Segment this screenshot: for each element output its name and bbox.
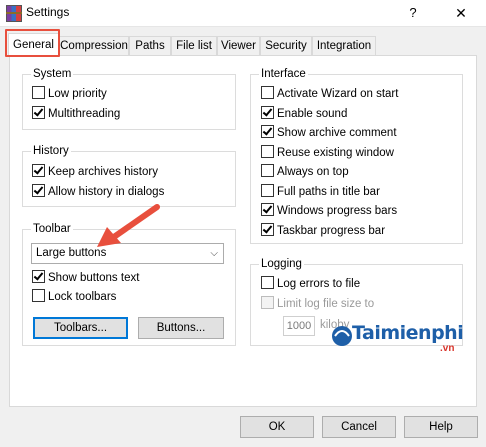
- checkbox-box[interactable]: [261, 106, 274, 119]
- tab-file-list[interactable]: File list: [171, 36, 217, 55]
- checkbox-box[interactable]: [261, 223, 274, 236]
- limit-log-file-size-checkbox: Limit log file size to: [261, 296, 374, 312]
- checkbox-label: Windows progress bars: [277, 205, 398, 217]
- close-icon[interactable]: ✕: [450, 2, 472, 24]
- windows-progress-bars-checkbox[interactable]: Windows progress bars: [261, 203, 397, 219]
- keep-archives-history-checkbox[interactable]: Keep archives history: [32, 164, 158, 180]
- show-buttons-text-checkbox[interactable]: Show buttons text: [32, 270, 139, 286]
- checkbox-box[interactable]: [261, 145, 274, 158]
- checkbox-label: Low priority: [48, 88, 107, 100]
- tab-compression[interactable]: Compression: [59, 36, 129, 55]
- checkbox-label: Taskbar progress bar: [277, 225, 386, 237]
- checkbox-box[interactable]: [261, 184, 274, 197]
- checkbox-box[interactable]: [261, 125, 274, 138]
- checkbox-box[interactable]: [32, 289, 45, 302]
- buttons-button[interactable]: Buttons...: [138, 317, 224, 339]
- system-group-title: System: [31, 67, 74, 81]
- low-priority-checkbox[interactable]: Low priority: [32, 86, 107, 102]
- log-errors-to-file-checkbox[interactable]: Log errors to file: [261, 276, 360, 292]
- checkbox-box[interactable]: [261, 164, 274, 177]
- ok-button[interactable]: OK: [240, 416, 314, 438]
- chevron-down-icon[interactable]: ⌵: [210, 244, 218, 263]
- checkbox-box[interactable]: [32, 164, 45, 177]
- toolbars-button[interactable]: Toolbars...: [33, 317, 128, 339]
- checkbox-label: Lock toolbars: [48, 291, 117, 303]
- help-icon[interactable]: ?: [403, 3, 423, 23]
- checkbox-box[interactable]: [261, 203, 274, 216]
- allow-history-in-dialogs-checkbox[interactable]: Allow history in dialogs: [32, 184, 164, 200]
- enable-sound-checkbox[interactable]: Enable sound: [261, 106, 347, 122]
- history-group-title: History: [31, 144, 71, 158]
- tab-viewer[interactable]: Viewer: [217, 36, 260, 55]
- full-paths-in-title-bar-checkbox[interactable]: Full paths in title bar: [261, 184, 380, 200]
- checkbox-box[interactable]: [261, 276, 274, 289]
- lock-toolbars-checkbox[interactable]: Lock toolbars: [32, 289, 116, 305]
- checkbox-label: Reuse existing window: [277, 147, 394, 159]
- checkbox-box[interactable]: [32, 270, 45, 283]
- taskbar-progress-bar-checkbox[interactable]: Taskbar progress bar: [261, 223, 385, 239]
- multithreading-checkbox[interactable]: Multithreading: [32, 106, 120, 122]
- toolbar-group-title: Toolbar: [31, 222, 73, 236]
- checkbox-label: Enable sound: [277, 108, 348, 120]
- checkbox-label: Log errors to file: [277, 278, 361, 290]
- checkbox-label: Limit log file size to: [277, 298, 375, 310]
- help-button[interactable]: Help: [404, 416, 478, 438]
- cancel-button[interactable]: Cancel: [322, 416, 396, 438]
- checkbox-box[interactable]: [32, 184, 45, 197]
- tab-paths[interactable]: Paths: [129, 36, 171, 55]
- always-on-top-checkbox[interactable]: Always on top: [261, 164, 349, 180]
- interface-group-title: Interface: [259, 67, 308, 81]
- window-title: Settings: [26, 5, 70, 19]
- log-size-input: 1000: [283, 316, 315, 336]
- tab-security[interactable]: Security: [260, 36, 312, 55]
- winrar-app-icon: [6, 5, 22, 22]
- checkbox-box[interactable]: [32, 106, 45, 119]
- tab-highlight-box: [5, 29, 60, 57]
- tab-integration[interactable]: Integration: [312, 36, 376, 55]
- checkbox-box: [261, 296, 274, 309]
- checkbox-box[interactable]: [32, 86, 45, 99]
- checkbox-label: Full paths in title bar: [277, 186, 380, 198]
- activate-wizard-checkbox[interactable]: Activate Wizard on start: [261, 86, 398, 102]
- show-archive-comment-checkbox[interactable]: Show archive comment: [261, 125, 397, 141]
- checkbox-label: Multithreading: [48, 108, 121, 120]
- checkbox-label: Allow history in dialogs: [48, 186, 165, 198]
- checkbox-label: Activate Wizard on start: [277, 88, 399, 100]
- checkbox-label: Always on top: [277, 166, 349, 178]
- checkbox-label: Show archive comment: [277, 127, 397, 139]
- annotation-arrow-icon: [97, 204, 160, 247]
- checkbox-label: Keep archives history: [48, 166, 158, 178]
- watermark-brand: Taimienphi: [352, 322, 464, 344]
- logging-group-title: Logging: [259, 257, 304, 271]
- watermark-suffix: .vn: [440, 343, 455, 354]
- title-bar: Settings ? ✕: [0, 0, 486, 27]
- reuse-existing-window-checkbox[interactable]: Reuse existing window: [261, 145, 394, 161]
- checkbox-box[interactable]: [261, 86, 274, 99]
- checkbox-label: Show buttons text: [48, 272, 140, 284]
